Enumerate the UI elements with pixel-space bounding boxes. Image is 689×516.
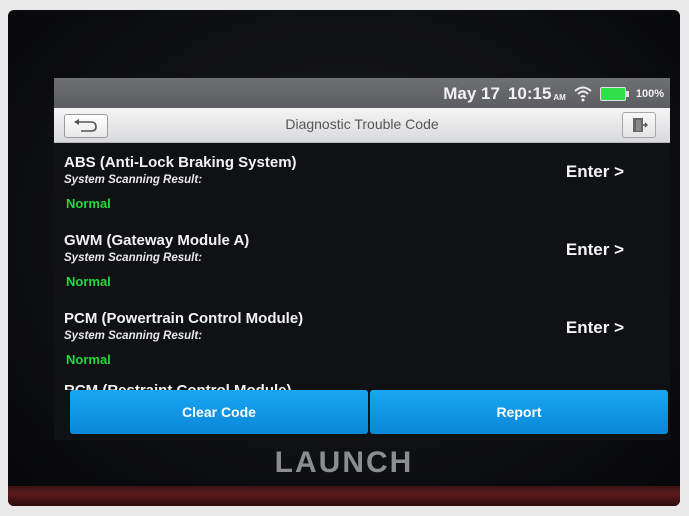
exit-door-icon	[633, 118, 648, 132]
module-subtitle: System Scanning Result:	[64, 330, 203, 342]
module-name: GWM (Gateway Module A)	[64, 232, 250, 249]
page-title: Diagnostic Trouble Code	[285, 116, 439, 132]
module-status: Normal	[66, 352, 111, 367]
status-bar: May 17 10:15 AM 100%	[54, 78, 670, 108]
enter-button[interactable]: Enter >	[566, 240, 624, 260]
module-status: Normal	[66, 274, 111, 289]
enter-button[interactable]: Enter >	[566, 162, 624, 182]
report-button[interactable]: Report	[370, 390, 668, 434]
battery-level: 100%	[635, 88, 664, 100]
device-frame: May 17 10:15 AM 100% Diagnostic Trouble …	[8, 10, 680, 506]
module-name: PCM (Powertrain Control Module)	[64, 310, 304, 327]
module-name: RCM (Restraint Control Module)	[64, 382, 291, 390]
status-ampm: AM	[553, 92, 566, 102]
action-bar: Clear Code Report	[70, 390, 668, 434]
module-list[interactable]: ABS (Anti-Lock Braking System) System Sc…	[54, 144, 670, 390]
list-item[interactable]: ABS (Anti-Lock Braking System) System Sc…	[54, 144, 670, 222]
clear-code-button[interactable]: Clear Code	[70, 390, 368, 434]
exit-button[interactable]	[622, 112, 656, 138]
status-time: 10:15	[507, 84, 552, 103]
title-bar: Diagnostic Trouble Code	[54, 108, 670, 143]
module-name: ABS (Anti-Lock Braking System)	[64, 154, 297, 171]
device-base	[8, 486, 680, 506]
battery-icon	[599, 87, 629, 101]
brand-logo: LAUNCH	[274, 446, 414, 479]
enter-button[interactable]: Enter >	[566, 318, 624, 338]
list-item[interactable]: RCM (Restraint Control Module)	[54, 382, 670, 390]
screen: May 17 10:15 AM 100% Diagnostic Trouble …	[54, 78, 670, 440]
module-subtitle: System Scanning Result:	[64, 252, 203, 264]
list-item[interactable]: GWM (Gateway Module A) System Scanning R…	[54, 222, 670, 300]
list-item[interactable]: PCM (Powertrain Control Module) System S…	[54, 300, 670, 378]
wifi-icon	[574, 86, 592, 102]
status-date: May 17	[443, 84, 500, 103]
module-status: Normal	[66, 196, 111, 211]
module-subtitle: System Scanning Result:	[64, 174, 203, 186]
